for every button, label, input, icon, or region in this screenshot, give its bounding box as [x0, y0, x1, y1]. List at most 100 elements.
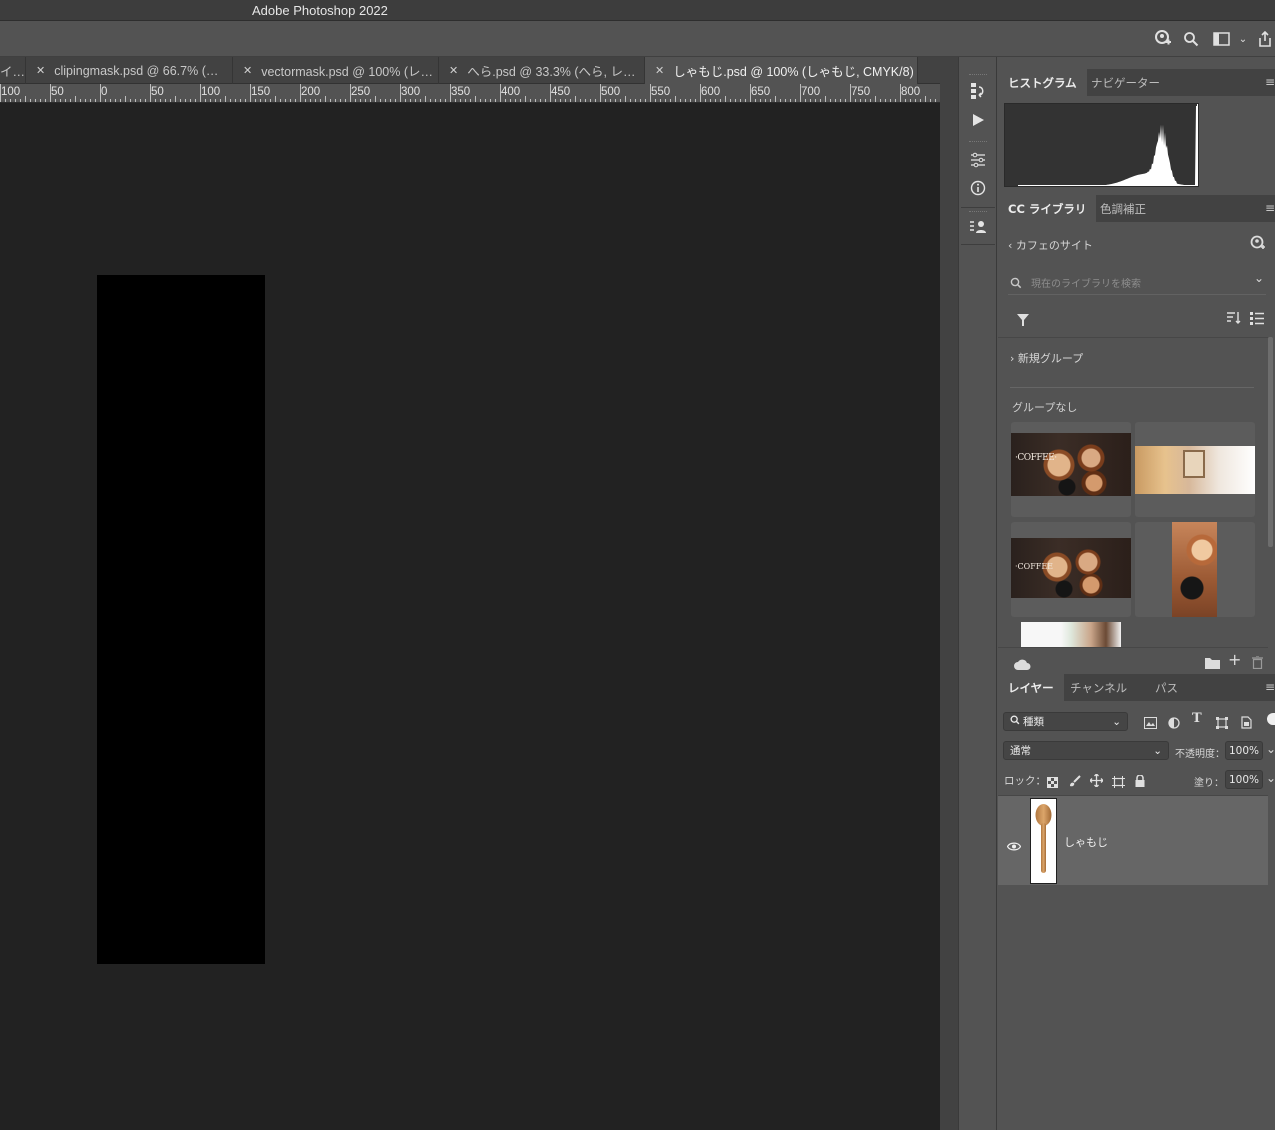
layer-row[interactable]: しゃもじ: [998, 796, 1268, 885]
lock-position-move-icon[interactable]: [1089, 772, 1104, 791]
add-icon[interactable]: +: [1228, 650, 1241, 669]
invite-user-icon[interactable]: [1250, 235, 1266, 255]
library-search-input[interactable]: 現在のライブラリを検索: [1031, 275, 1141, 290]
tab-histogram[interactable]: ヒストグラム: [998, 69, 1087, 96]
play-actions-icon[interactable]: [968, 110, 988, 130]
library-group-row[interactable]: › 新規グループ: [1010, 350, 1083, 366]
tab-hera[interactable]: ✕ へら.psd @ 33.3% (へら, レ…: [439, 57, 645, 84]
tab-document-1[interactable]: イ…: [0, 57, 26, 84]
lock-pixels-brush-icon[interactable]: [1069, 772, 1081, 791]
close-icon[interactable]: ✕: [36, 64, 45, 77]
close-icon[interactable]: ✕: [449, 64, 458, 77]
chevron-down-icon[interactable]: ⌄: [1254, 271, 1264, 285]
panel-menu-icon[interactable]: ≡: [1265, 75, 1275, 89]
properties-icon[interactable]: [968, 217, 988, 237]
ruler-tick: [10, 99, 11, 102]
shape-layer-filter-icon[interactable]: [1216, 714, 1228, 733]
tab-adjustments[interactable]: 色調補正: [1090, 195, 1156, 222]
ruler-tick: [155, 99, 156, 102]
panel-menu-icon[interactable]: ≡: [1265, 680, 1275, 694]
ruler-tick: [255, 99, 256, 102]
panel-menu-icon[interactable]: ≡: [1265, 201, 1275, 215]
info-icon[interactable]: [968, 178, 988, 198]
tab-shamoji[interactable]: ✕ しゃもじ.psd @ 100% (しゃもじ, CMYK/8): [645, 57, 918, 84]
library-thumbnail-coffee-2[interactable]: ·COFFEE: [1011, 522, 1131, 617]
tab-vectormask[interactable]: ✕ vectormask.psd @ 100% (レ…: [233, 57, 439, 84]
ruler-tick: [0, 84, 1, 102]
library-scrollbar[interactable]: [1268, 337, 1273, 547]
adjustment-layer-filter-icon[interactable]: [1168, 714, 1180, 733]
tab-channels[interactable]: チャンネル: [1060, 674, 1137, 701]
pixel-layer-filter-icon[interactable]: [1144, 714, 1157, 733]
ruler-tick: [490, 99, 491, 102]
ruler-tick: [20, 99, 21, 102]
ruler-tick: [795, 99, 796, 102]
layer-name[interactable]: しゃもじ: [1064, 834, 1108, 850]
library-thumbnail-interior[interactable]: [1135, 422, 1255, 517]
tab-cc-libraries[interactable]: CC ライブラリ: [998, 195, 1097, 222]
tab-paths[interactable]: パス: [1145, 674, 1188, 701]
close-icon[interactable]: ✕: [655, 64, 664, 77]
layer-thumbnail[interactable]: [1030, 798, 1057, 884]
ruler-tick: [125, 96, 126, 102]
ruler-tick: [900, 84, 901, 102]
filter-toggle-icon[interactable]: [1267, 713, 1275, 725]
ruler-tick: [835, 99, 836, 102]
chevron-down-icon[interactable]: ⌄: [1233, 29, 1253, 49]
blend-mode-select[interactable]: 通常 ⌄: [1003, 741, 1169, 760]
library-name: カフェのサイト: [1015, 239, 1093, 252]
horizontal-ruler[interactable]: 100 50 0 50 100 150 200 250 300 350 400 450 500 550 60…: [0, 84, 940, 103]
close-icon[interactable]: ✕: [243, 64, 252, 77]
strip-separator: [961, 207, 995, 208]
ruler-tick: [930, 99, 931, 102]
tab-navigator[interactable]: ナビゲーター: [1081, 69, 1170, 96]
canvas-area[interactable]: [0, 103, 940, 1130]
ruler-tick: [70, 99, 71, 102]
ruler-tick: [755, 99, 756, 102]
tab-layers[interactable]: レイヤー: [998, 674, 1064, 701]
fill-input[interactable]: 100%: [1225, 770, 1263, 789]
type-layer-filter-icon[interactable]: T: [1192, 711, 1202, 726]
title-bar: Adobe Photoshop 2022: [0, 0, 1275, 21]
share-icon[interactable]: [1255, 29, 1275, 49]
layer-filter-kind[interactable]: 種類 ⌄: [1003, 712, 1128, 731]
ruler-tick: [330, 99, 331, 102]
strip-grip[interactable]: [969, 141, 987, 144]
search-icon[interactable]: [1181, 29, 1201, 49]
library-thumbnail-coffee-vertical[interactable]: [1135, 522, 1255, 617]
lock-artboard-icon[interactable]: [1112, 773, 1125, 792]
history-icon[interactable]: [968, 81, 988, 101]
cloud-icon[interactable]: [1014, 655, 1031, 674]
chevron-right-icon: ›: [1010, 352, 1018, 365]
tab-clipingmask[interactable]: ✕ clipingmask.psd @ 66.7% (…: [26, 57, 233, 84]
library-search[interactable]: 現在のライブラリを検索 ⌄: [1008, 271, 1266, 295]
ruler-label: 50: [51, 86, 64, 98]
lock-all-icon[interactable]: [1135, 772, 1145, 791]
strip-grip[interactable]: [969, 74, 987, 77]
adjustments-icon[interactable]: [968, 150, 988, 170]
filter-icon[interactable]: [1017, 311, 1029, 330]
opacity-input[interactable]: 100%: [1225, 741, 1263, 760]
user-plus-icon[interactable]: [1153, 29, 1173, 49]
smart-object-filter-icon[interactable]: [1241, 714, 1252, 733]
library-thumbnail-coffee[interactable]: ·COFFEE·: [1011, 422, 1131, 517]
folder-icon[interactable]: [1205, 654, 1220, 673]
workspace-icon[interactable]: [1211, 29, 1231, 49]
ruler-tick: [100, 84, 101, 102]
library-back[interactable]: ‹ カフェのサイト: [1008, 237, 1093, 253]
tab-navigator-label: ナビゲーター: [1091, 75, 1160, 90]
library-thumbnail-plants[interactable]: [1011, 622, 1131, 647]
ruler-tick: [400, 84, 401, 102]
sort-icon[interactable]: [1226, 310, 1242, 329]
ruler-label: 100: [201, 86, 221, 98]
opacity-chevron-icon[interactable]: ⌄: [1266, 742, 1275, 756]
list-view-icon[interactable]: [1250, 310, 1264, 329]
strip-grip[interactable]: [969, 211, 987, 214]
eye-visibility-icon[interactable]: [1006, 836, 1022, 855]
ruler-tick: [15, 99, 16, 102]
ruler-label: 250: [351, 86, 371, 98]
trash-icon[interactable]: [1252, 654, 1263, 673]
fill-chevron-icon[interactable]: ⌄: [1266, 771, 1275, 785]
lock-transparency-icon[interactable]: [1047, 773, 1058, 792]
document-image[interactable]: [97, 275, 265, 964]
